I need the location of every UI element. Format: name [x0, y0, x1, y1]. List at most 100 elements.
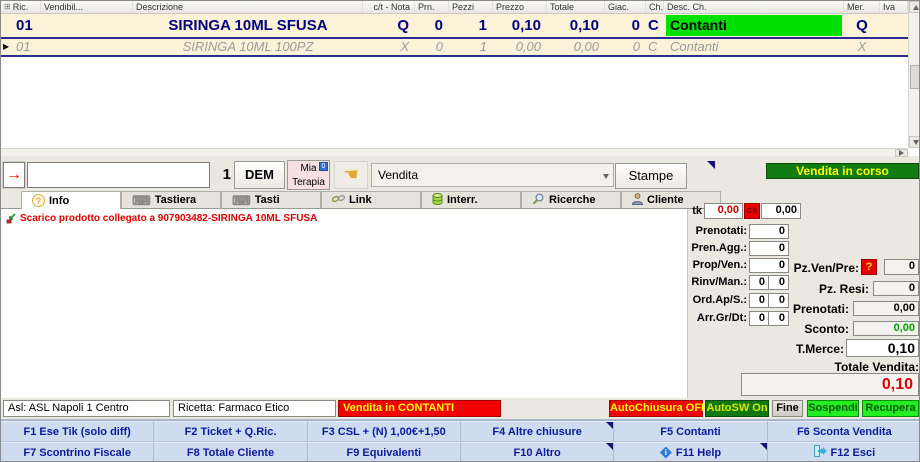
tab-info[interactable]: ?Info	[21, 191, 121, 210]
cell-giac: 0	[605, 14, 646, 37]
grid-header-row: ⊞Ric. Vendibil... Descrizione c/t - Nota…	[1, 1, 908, 14]
cell-vendibile	[41, 39, 133, 55]
tab-link[interactable]: Link	[321, 191, 421, 209]
autosw-toggle[interactable]: AutoSW On	[705, 400, 769, 417]
prenotati-field[interactable]: 0	[749, 224, 789, 239]
vendita-dropdown[interactable]: Vendita	[371, 163, 614, 187]
pz-resi-field[interactable]: 0	[873, 281, 919, 296]
quantity-value: 1	[213, 166, 231, 183]
col-header-desc-ch[interactable]: Desc. Ch.	[664, 1, 844, 13]
fkey-f10[interactable]: F10 Altro	[461, 442, 614, 462]
fkey-f5[interactable]: F5 Contanti	[614, 421, 767, 442]
fkey-f11[interactable]: iF11 Help	[614, 442, 767, 462]
col-header-totale[interactable]: Totale	[547, 1, 605, 13]
scroll-down-icon[interactable]	[909, 136, 920, 148]
stampe-button[interactable]: Stampe	[615, 163, 687, 189]
tab-tasti[interactable]: ⌨Tasti	[221, 191, 321, 209]
fkey-f12[interactable]: F12 Esci	[768, 442, 920, 462]
man-field[interactable]: 0	[769, 275, 789, 290]
cell-prezzo: 0,00	[493, 39, 547, 55]
cell-pezzi: 1	[449, 14, 493, 37]
t-merce-field[interactable]: 0,10	[846, 339, 919, 357]
pren-agg-field[interactable]: 0	[749, 241, 789, 256]
table-row[interactable]: ▶01 SIRINGA 10ML 100PZ X 0 1 0,00 0,00 0…	[1, 39, 908, 57]
mia-terapia-badge: 0	[319, 162, 328, 171]
totale-vendita-label: Totale Vendita:	[811, 360, 919, 374]
mia-terapia-button[interactable]: Mia Terapia0	[287, 160, 330, 190]
expand-grid-icon[interactable]: ⊞	[4, 2, 11, 12]
cell-ch: C	[646, 39, 664, 55]
sale-status-banner: Vendita in corso	[766, 163, 919, 179]
ord-ap-field[interactable]: 0	[749, 293, 769, 308]
fkey-f6[interactable]: F6 Sconta Vendita	[768, 421, 920, 442]
scroll-up-icon[interactable]	[909, 1, 920, 13]
col-header-iva[interactable]: Iva	[880, 1, 908, 13]
tab-ricerche[interactable]: Ricerche	[521, 191, 621, 209]
grid-vertical-scrollbar[interactable]	[908, 1, 920, 148]
cell-desc-ch: Contanti	[664, 39, 844, 55]
grid-horizontal-scrollbar[interactable]	[1, 148, 908, 156]
cell-ct-nota: Q	[363, 14, 415, 37]
prenotati-label: Prenotati:	[661, 225, 747, 237]
col-header-descrizione[interactable]: Descrizione	[133, 1, 363, 13]
hand-pointer-icon[interactable]: ☚	[334, 161, 368, 189]
tk-label: tk	[687, 205, 702, 217]
fkey-f3[interactable]: F3 CSL + (N) 1,00€+1,50	[308, 421, 461, 442]
pz-ven-pre-field[interactable]: 0	[884, 259, 919, 275]
rinv-field[interactable]: 0	[749, 275, 769, 290]
cell-descrizione: SIRINGA 10ML SFUSA	[133, 14, 363, 37]
fkey-f2[interactable]: F2 Ticket + Q.Ric.	[154, 421, 307, 442]
cell-ric: 01	[1, 14, 41, 37]
chain-link-icon	[332, 193, 345, 207]
prompt-arrow-icon: →	[3, 162, 25, 188]
col-header-ric[interactable]: ⊞Ric.	[1, 1, 41, 13]
help-question-button[interactable]: ?	[861, 259, 877, 275]
col-header-giac[interactable]: Giac.	[605, 1, 646, 13]
col-header-prezzo[interactable]: Prezzo	[493, 1, 547, 13]
pos-window: ⊞Ric. Vendibil... Descrizione c/t - Nota…	[0, 0, 920, 462]
fkey-f1[interactable]: F1 Ese Tik (solo diff)	[1, 421, 154, 442]
fine-button[interactable]: Fine	[772, 400, 803, 417]
tab-tastiera[interactable]: ⌨Tastiera	[121, 191, 221, 209]
exit-icon	[814, 445, 827, 460]
asl-field[interactable]: Asl: ASL Napoli 1 Centro	[3, 400, 170, 417]
recupera-button[interactable]: Recupera	[862, 400, 919, 417]
fkey-f4[interactable]: F4 Altre chiusure	[461, 421, 614, 442]
current-row-marker-icon: ▶	[3, 39, 9, 55]
tk-value-field[interactable]: 0,00	[704, 203, 743, 219]
cell-desc-ch: Contanti	[666, 15, 842, 36]
totale-vendita-field: 0,10	[741, 373, 919, 396]
sospendi-button[interactable]: Sospendi	[807, 400, 859, 417]
table-row[interactable]: 01 SIRINGA 10ML SFUSA Q 0 1 0,10 0,10 0 …	[1, 14, 908, 39]
scroll-right-icon[interactable]	[895, 149, 908, 157]
pz-resi-label: Pz. Resi:	[801, 282, 869, 296]
col-header-ch[interactable]: Ch.	[646, 1, 664, 13]
help-info-icon: i	[660, 447, 672, 459]
ricetta-field[interactable]: Ricetta: Farmaco Etico	[173, 400, 336, 417]
submenu-indicator-icon	[707, 161, 715, 169]
dem-button[interactable]: DEM	[234, 161, 285, 189]
col-header-ct-nota[interactable]: c/t - Nota	[363, 1, 415, 13]
arr-gr-field[interactable]: 0	[749, 311, 769, 326]
rinv-man-fields: 0 0	[749, 275, 789, 290]
scrollbar-thumb[interactable]	[910, 65, 920, 89]
product-code-input[interactable]	[27, 162, 210, 188]
col-header-prn[interactable]: Prn.	[415, 1, 449, 13]
cs-value-field[interactable]: 0,00	[761, 203, 801, 219]
autochiusura-toggle[interactable]: AutoChiusura OFF	[609, 400, 703, 417]
cell-pezzi: 1	[449, 39, 493, 55]
sconto-field[interactable]: 0,00	[853, 321, 919, 336]
col-header-vendibile[interactable]: Vendibil...	[41, 1, 133, 13]
cell-ch: C	[646, 14, 664, 37]
cell-giac: 0	[605, 39, 646, 55]
cell-ct-nota: X	[363, 39, 415, 55]
fkey-f7[interactable]: F7 Scontrino Fiscale	[1, 442, 154, 462]
col-header-mer[interactable]: Mer.	[844, 1, 880, 13]
fkey-f8[interactable]: F8 Totale Cliente	[154, 442, 307, 462]
cell-descrizione: SIRINGA 10ML 100PZ	[133, 39, 363, 55]
tab-interr[interactable]: Interr.	[421, 191, 521, 209]
col-header-pezzi[interactable]: Pezzi	[449, 1, 493, 13]
prenotati-amount-field[interactable]: 0,00	[853, 301, 919, 316]
fkey-f9[interactable]: F9 Equivalenti	[308, 442, 461, 462]
rinv-man-label: Rinv/Man.:	[661, 276, 747, 288]
